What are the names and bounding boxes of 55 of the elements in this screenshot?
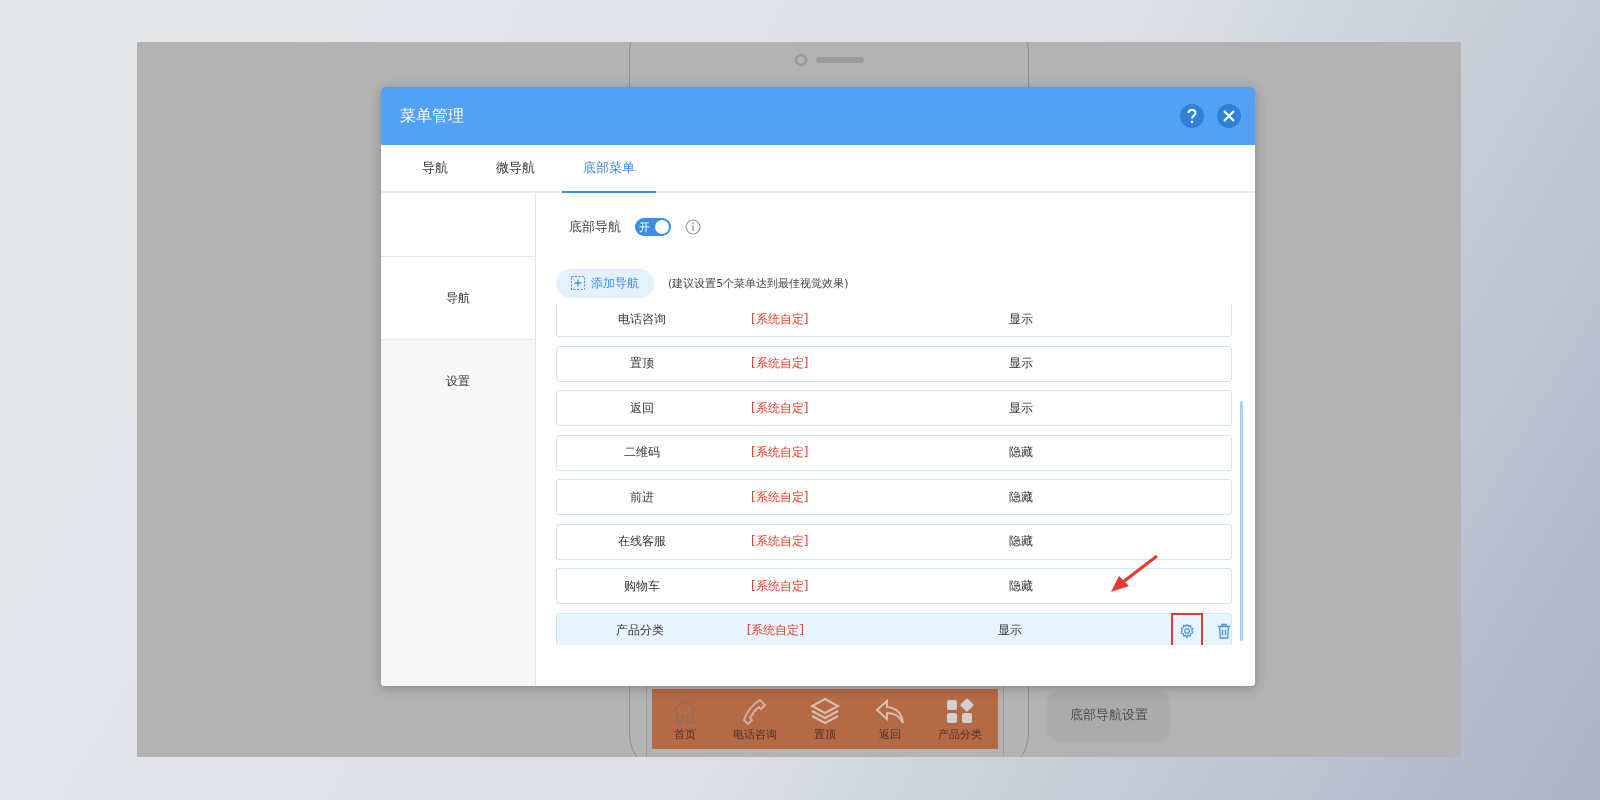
tab[interactable]: 底部菜单 [562,145,656,193]
menu-row[interactable]: 电话咨询 [系统自定] 显示 [556,305,1232,337]
help-icon[interactable] [1180,104,1204,128]
nav-label: 返回 [879,726,902,742]
tab[interactable]: 微导航 [475,145,556,193]
menu-status: 显示 [1008,355,1034,372]
menu-name: 购物车 [623,577,661,595]
dialog-title: 菜单管理 [400,105,464,127]
menu-type: [系统自定] [750,355,810,372]
bottom-nav-settings-button[interactable]: 底部导航设置 [1049,692,1168,738]
hint-text: (建议设置5个菜单达到最佳视觉效果) [668,275,849,291]
menu-row[interactable]: 在线客服 [系统自定] 隐藏 [556,523,1232,560]
nav-label: 产品分类 [938,726,983,742]
settings-icon[interactable] [1179,622,1195,639]
menu-status: 隐藏 [1008,533,1034,550]
menu-row[interactable]: 置顶 [系统自定] 显示 [556,345,1232,382]
menu-status: 隐藏 [1008,444,1034,461]
close-icon[interactable] [1217,104,1241,128]
annotation-arrow [1109,554,1159,594]
menu-row[interactable]: 返回 [系统自定] 显示 [556,390,1232,426]
menu-type: [系统自定] [750,444,810,461]
camera-icon [794,53,864,67]
menu-row[interactable]: 前进 [系统自定] 隐藏 [556,479,1232,515]
menu-status: 显示 [1008,310,1034,328]
menu-status: 显示 [1008,399,1034,417]
menu-name: 返回 [629,399,655,417]
menu-name: 前进 [629,488,655,506]
scrollbar[interactable] [1240,401,1243,641]
menu-type: [系统自定] [750,533,810,550]
menu-name: 在线客服 [617,533,667,550]
menu-status: 隐藏 [1008,488,1034,506]
menu-type: [系统自定] [750,488,810,506]
menu-status: 显示 [996,622,1023,639]
menu-type: [系统自定] [745,622,806,639]
menu-name: 电话咨询 [617,310,667,328]
plus-icon [571,276,585,290]
sidebar-item[interactable]: 导航 [381,257,535,340]
menu-type: [系统自定] [750,310,810,328]
tab[interactable]: 导航 [401,145,469,193]
toggle-label: 底部导航 [569,218,621,236]
info-icon[interactable] [685,219,701,235]
sidebar-item[interactable]: 设置 [381,340,535,423]
nav-label: 首页 [673,726,696,742]
menu-type: [系统自定] [750,577,810,595]
menu-type: [系统自定] [750,399,810,417]
menu-row[interactable]: 购物车 [系统自定] 隐藏 [556,568,1232,604]
menu-name: 产品分类 [614,622,665,639]
menu-status: 隐藏 [1008,577,1034,595]
nav-label: 电话咨询 [732,726,777,742]
nav-label: 置顶 [813,726,836,742]
menu-name: 二维码 [623,444,661,461]
menu-name: 置顶 [629,355,655,372]
menu-row[interactable]: 二维码 [系统自定] 隐藏 [556,434,1232,471]
menu-row[interactable]: 产品分类 [系统自定] 显示 [556,612,1232,645]
trash-icon[interactable] [1217,622,1231,639]
